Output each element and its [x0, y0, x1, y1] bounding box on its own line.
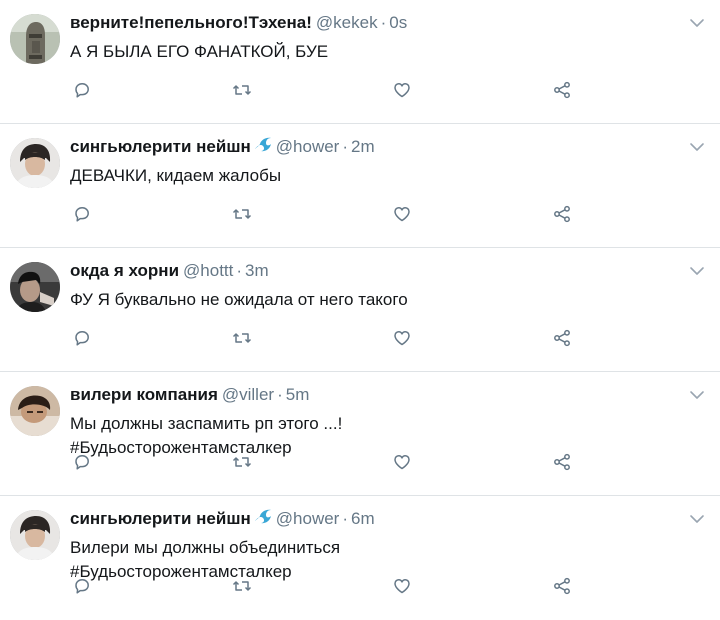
heart-icon: [394, 83, 410, 98]
retweet-icon: [232, 209, 252, 219]
reply-button[interactable]: [70, 202, 94, 226]
chevron-down-icon[interactable]: [688, 386, 706, 404]
tweet-text-line: Вилери мы должны объединиться: [70, 538, 341, 557]
share-icon: [554, 205, 570, 223]
separator-dot: ·: [236, 261, 243, 280]
heart-icon: [394, 579, 410, 594]
display-name[interactable]: верните!пепельного!Тэхена!: [70, 13, 312, 32]
person-avatar[interactable]: [10, 510, 60, 560]
reply-button[interactable]: [70, 78, 94, 102]
share-icon: [554, 453, 570, 471]
tweet-actions: [70, 450, 570, 474]
tweet-text: А Я БЫЛА ЕГО ФАНАТКОЙ, БУЕ: [70, 40, 680, 64]
tweet-actions: [70, 574, 570, 598]
share-button[interactable]: [550, 202, 574, 226]
tweet-text-line: ДЕВАЧКИ, кидаем жалобы: [70, 166, 282, 185]
tweet-header: вилери компания @viller · 5m: [70, 384, 660, 406]
tweet-actions: [70, 78, 570, 102]
display-name[interactable]: сингьюлерити нейшн: [70, 509, 251, 528]
like-button[interactable]: [390, 202, 414, 226]
timestamp[interactable]: 3m: [245, 261, 269, 280]
display-name[interactable]: сингьюлерити нейшн: [70, 137, 251, 156]
user-handle[interactable]: @kekek: [316, 13, 378, 32]
share-icon: [554, 577, 570, 595]
person-dark-avatar[interactable]: [10, 262, 60, 312]
tweet[interactable]: вилери компания @viller · 5m Мы должны засп…: [0, 372, 720, 496]
reply-icon: [75, 455, 89, 470]
tweet-text-line: ФУ Я буквально не ожидала от него такого: [70, 290, 408, 309]
wave-badge-icon: [254, 136, 272, 160]
heart-icon: [394, 207, 410, 222]
person-avatar[interactable]: [10, 138, 60, 188]
separator-dot: ·: [342, 509, 349, 528]
tweet-text-line: Мы должны заспамить рп этого ...!: [70, 414, 343, 433]
reply-icon: [75, 207, 89, 222]
share-icon: [554, 329, 570, 347]
like-button[interactable]: [390, 450, 414, 474]
chevron-down-icon[interactable]: [688, 510, 706, 528]
heart-icon: [394, 455, 410, 470]
retweet-button[interactable]: [230, 326, 254, 350]
timestamp[interactable]: 5m: [286, 385, 310, 404]
timestamp[interactable]: 2m: [351, 137, 375, 156]
separator-dot: ·: [380, 13, 387, 32]
display-name[interactable]: окда я хорни: [70, 261, 179, 280]
tweet[interactable]: окда я хорни @hottt · 3m ФУ Я буквально не …: [0, 248, 720, 372]
separator-dot: ·: [342, 137, 349, 156]
tweet-text: ФУ Я буквально не ожидала от него такого: [70, 288, 680, 312]
share-button[interactable]: [550, 574, 574, 598]
tweet-actions: [70, 202, 570, 226]
tweet-actions: [70, 326, 570, 350]
statue-avatar[interactable]: [10, 14, 60, 64]
share-button[interactable]: [550, 450, 574, 474]
retweet-button[interactable]: [230, 78, 254, 102]
tweet-feed: верните!пепельного!Тэхена! @kekek · 0s А Я …: [0, 0, 720, 620]
tweet[interactable]: верните!пепельного!Тэхена! @kekek · 0s А Я …: [0, 0, 720, 124]
separator-dot: ·: [277, 385, 283, 404]
tweet[interactable]: сингьюлерити нейшн @hower · 6m Вилери мы до…: [0, 496, 720, 620]
user-handle[interactable]: @viller: [222, 385, 274, 404]
chevron-down-icon[interactable]: [688, 138, 706, 156]
chevron-down-icon[interactable]: [688, 262, 706, 280]
heart-icon: [394, 331, 410, 346]
share-button[interactable]: [550, 326, 574, 350]
tweet-header: окда я хорни @hottt · 3m: [70, 260, 660, 282]
tweet-header: верните!пепельного!Тэхена! @kekek · 0s: [70, 12, 660, 34]
tweet-text-line: А Я БЫЛА ЕГО ФАНАТКОЙ, БУЕ: [70, 42, 329, 61]
retweet-button[interactable]: [230, 574, 254, 598]
retweet-button[interactable]: [230, 450, 254, 474]
reply-button[interactable]: [70, 574, 94, 598]
tweet[interactable]: сингьюлерити нейшн @hower · 2m ДЕВАЧКИ, кид…: [0, 124, 720, 248]
like-button[interactable]: [390, 326, 414, 350]
like-button[interactable]: [390, 78, 414, 102]
wave-badge-icon: [254, 508, 272, 532]
display-name[interactable]: вилери компания: [70, 385, 218, 404]
share-icon: [554, 81, 570, 99]
person-lying-avatar[interactable]: [10, 386, 60, 436]
tweet-header: сингьюлерити нейшн @hower · 6m: [70, 508, 660, 532]
user-handle[interactable]: @hower: [276, 137, 340, 156]
user-handle[interactable]: @hower: [276, 509, 340, 528]
tweet-text: ДЕВАЧКИ, кидаем жалобы: [70, 164, 680, 188]
retweet-button[interactable]: [230, 202, 254, 226]
reply-button[interactable]: [70, 326, 94, 350]
reply-button[interactable]: [70, 450, 94, 474]
retweet-icon: [232, 333, 252, 343]
tweet-header: сингьюлерити нейшн @hower · 2m: [70, 136, 660, 160]
share-button[interactable]: [550, 78, 574, 102]
timestamp[interactable]: 0s: [389, 13, 407, 32]
timestamp[interactable]: 6m: [351, 509, 375, 528]
retweet-icon: [232, 85, 252, 95]
like-button[interactable]: [390, 574, 414, 598]
reply-icon: [75, 83, 89, 98]
reply-icon: [75, 331, 89, 346]
retweet-icon: [232, 457, 252, 467]
user-handle[interactable]: @hottt: [183, 261, 233, 280]
reply-icon: [75, 579, 89, 594]
chevron-down-icon[interactable]: [688, 14, 706, 32]
retweet-icon: [232, 581, 252, 591]
